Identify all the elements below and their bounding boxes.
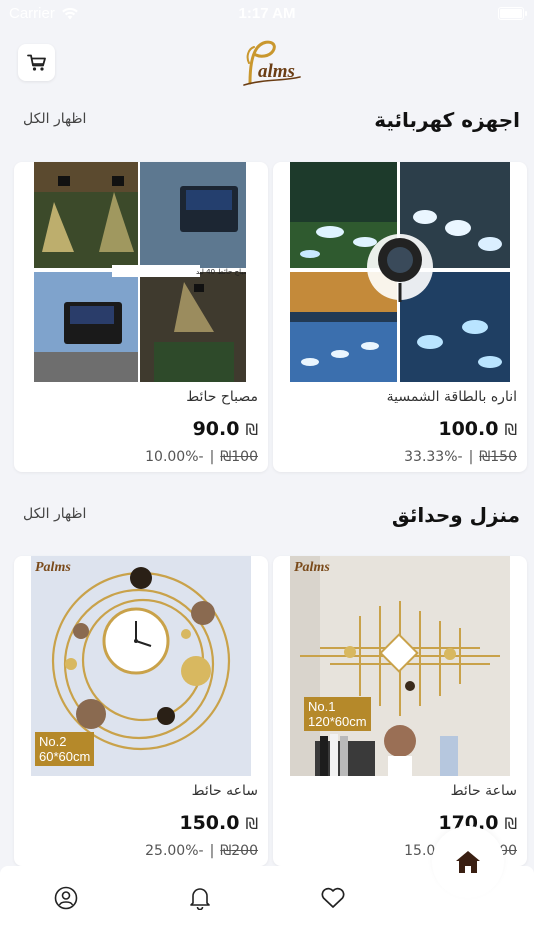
- battery-icon: [498, 7, 527, 20]
- price-value: 100.0: [438, 418, 499, 440]
- product-image: [290, 162, 510, 382]
- image-caption: مصباح حائط 40 ليد: [196, 268, 246, 276]
- old-price: ₪100: [220, 449, 258, 465]
- old-price-row: 10.00%- | ₪100: [145, 449, 258, 465]
- status-bar: Carrier 1:17 AM: [0, 0, 534, 28]
- currency-symbol: ₪: [245, 813, 258, 833]
- product-card-wall-clock-1[interactable]: Palms No.1 120*60cm ساعة حائط 170.0 ₪ 15…: [273, 556, 527, 866]
- currency-symbol: ₪: [245, 419, 258, 439]
- discount-label: 10.00%-: [145, 449, 204, 465]
- product-image: مصباح حائط 40 ليد: [34, 162, 253, 382]
- currency-symbol: ₪: [504, 813, 517, 833]
- old-price: ₪200: [220, 843, 258, 859]
- profile-icon: [54, 886, 78, 910]
- image-logo: Palms: [35, 560, 71, 575]
- section-header-home-garden: منزل وحدائق اظهار الكل: [0, 503, 534, 533]
- product-image: Palms No.2 60*60cm: [31, 556, 251, 776]
- show-all-link[interactable]: اظهار الكل: [23, 506, 86, 522]
- section-title: منزل وحدائق: [391, 503, 520, 527]
- old-price: ₪150: [479, 449, 517, 465]
- old-price-row: 33.33%- | ₪150: [404, 449, 517, 465]
- home-icon: [456, 851, 480, 873]
- product-price: 100.0 ₪: [438, 418, 517, 440]
- discount-label: 25.00%-: [145, 843, 204, 859]
- notifications-tab[interactable]: [186, 884, 214, 912]
- clock: 1:17 AM: [238, 5, 296, 22]
- price-value: 90.0: [192, 418, 240, 440]
- old-price-row: 25.00%- | ₪200: [145, 843, 258, 859]
- product-card-solar-lights[interactable]: اناره بالطاقة الشمسية 100.0 ₪ 33.33%- | …: [273, 162, 527, 472]
- size-tag: No.2 60*60cm: [35, 732, 95, 766]
- brand-logo: alms: [240, 37, 304, 89]
- product-image: Palms No.1 120*60cm: [290, 556, 510, 776]
- product-card-wall-lamp[interactable]: مصباح حائط 40 ليد مصباح حائط 90.0 ₪ 10.0…: [14, 162, 268, 472]
- product-name: مصباح حائط: [186, 389, 258, 405]
- product-name: ساعه حائط: [191, 783, 258, 799]
- cart-button[interactable]: [18, 44, 55, 81]
- heart-icon: [321, 887, 345, 908]
- discount-label: 33.33%-: [404, 449, 463, 465]
- image-logo: Palms: [294, 560, 330, 575]
- product-name: اناره بالطاقة الشمسية: [386, 389, 517, 405]
- favorites-tab[interactable]: [319, 884, 347, 912]
- price-value: 150.0: [179, 812, 240, 834]
- size-tag: No.1 120*60cm: [304, 697, 371, 731]
- app-header: alms: [0, 28, 534, 100]
- shopping-cart-icon: [26, 54, 46, 71]
- section-header-electrical: اجهزه كهربائية اظهار الكل: [0, 108, 534, 138]
- product-name: ساعة حائط: [450, 783, 517, 799]
- currency-symbol: ₪: [504, 419, 517, 439]
- show-all-link[interactable]: اظهار الكل: [23, 111, 86, 127]
- section-title: اجهزه كهربائية: [374, 108, 520, 132]
- profile-tab[interactable]: [52, 884, 80, 912]
- product-price: 90.0 ₪: [193, 418, 258, 440]
- home-tab[interactable]: [432, 826, 504, 898]
- product-price: 150.0 ₪: [179, 812, 258, 834]
- product-card-wall-clock-2[interactable]: Palms No.2 60*60cm ساعه حائط 150.0 ₪ 25.…: [14, 556, 268, 866]
- bell-icon: [190, 888, 210, 910]
